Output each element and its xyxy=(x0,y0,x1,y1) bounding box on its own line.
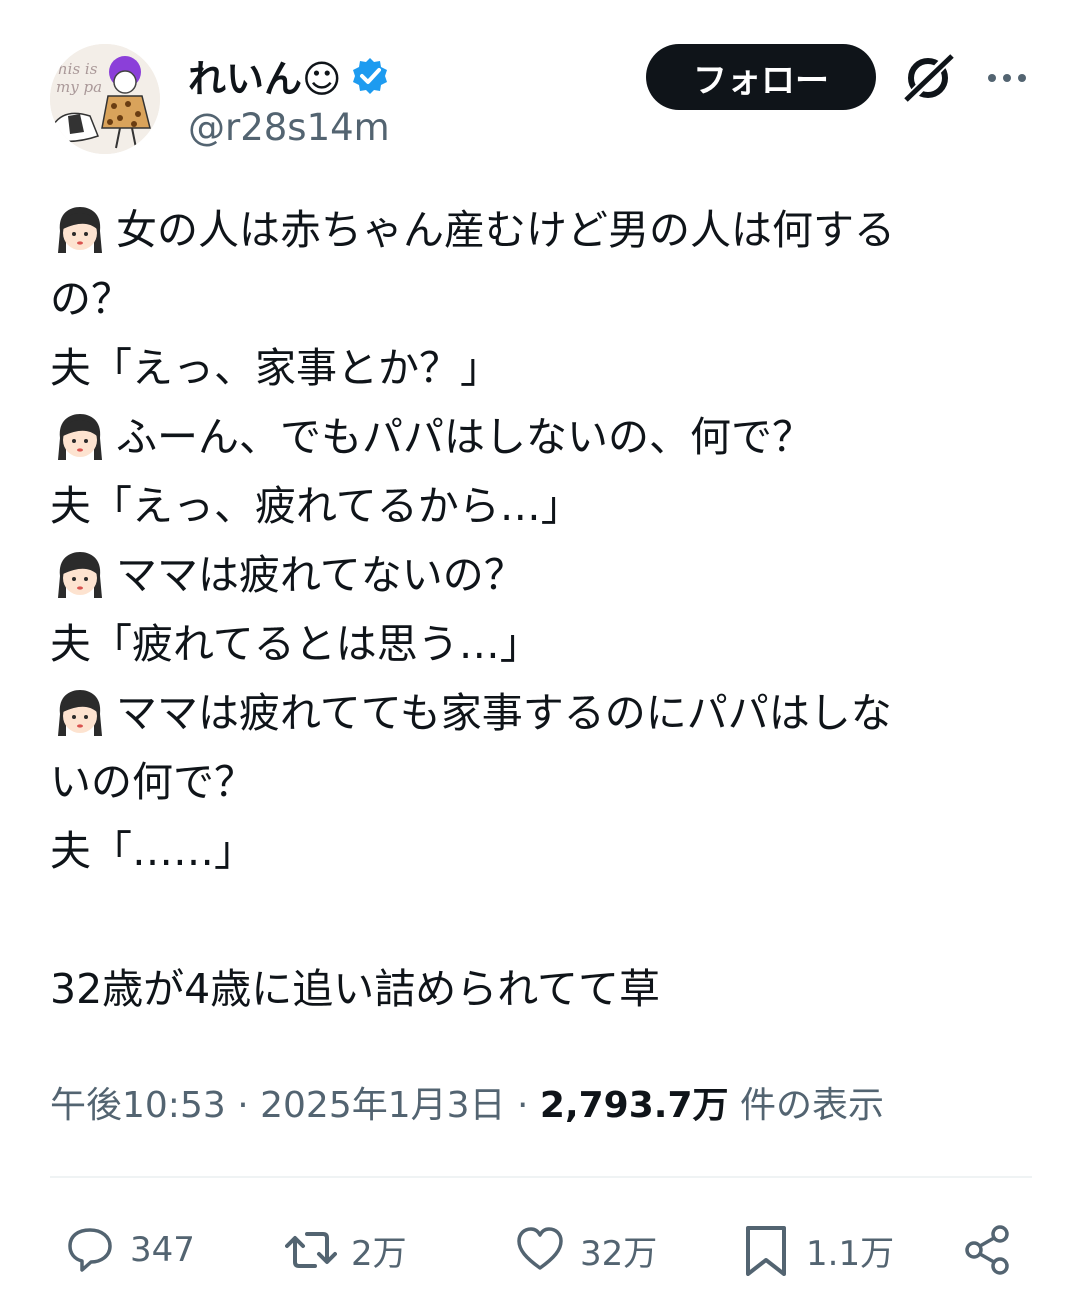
post-line-text: ふーん、でもパパはしないの、何で？ xyxy=(116,413,813,461)
bookmark-count: 1.1万 xyxy=(806,1233,895,1274)
repost-icon xyxy=(285,1232,337,1268)
meta-separator: · xyxy=(237,1085,249,1126)
post-line-text: 夫「疲れてるとは思う…」 xyxy=(50,620,541,668)
reply-count: 347 xyxy=(130,1230,195,1270)
repost-button[interactable]: 2万 xyxy=(285,1215,407,1285)
post-text: 女の人は赤ちゃん産むけど男の人は何するの？ 夫「えっ、家事とか？」ふーん、でもパパ… xyxy=(50,196,1040,1024)
post-line: の？ xyxy=(50,265,1040,334)
post-line-text: の？ xyxy=(50,275,132,323)
view-count: 2,793.7万 xyxy=(539,1085,729,1126)
action-bar: 347 2万 32万 1.1万 xyxy=(0,1215,1080,1285)
post-line: 夫「えっ、家事とか？」 xyxy=(50,334,1040,403)
follow-button[interactable]: フォロー xyxy=(646,44,876,110)
display-name-text: れいん☺ xyxy=(188,57,342,101)
post-line: 女の人は赤ちゃん産むけど男の人は何する xyxy=(50,196,1040,265)
grok-icon[interactable] xyxy=(900,50,956,106)
post-line-text: 夫「……」 xyxy=(50,827,255,875)
post-line: 夫「……」 xyxy=(50,817,1040,886)
post-line-text: 夫「えっ、家事とか？」 xyxy=(50,344,501,392)
post-line: ママは疲れてないの？ xyxy=(50,541,1040,610)
display-name[interactable]: れいん☺ xyxy=(188,48,390,103)
post-line-text: いの何で？ xyxy=(50,758,255,806)
more-icon[interactable] xyxy=(985,58,1029,98)
repost-count: 2万 xyxy=(351,1233,407,1274)
reply-icon xyxy=(68,1228,112,1272)
reply-button[interactable]: 347 xyxy=(64,1215,195,1285)
share-button[interactable] xyxy=(962,1215,1014,1285)
like-button[interactable]: 32万 xyxy=(514,1215,657,1285)
post-line: ママは疲れてても家事するのにパパはしな xyxy=(50,679,1040,748)
post-line: 32歳が4歳に追い詰められてて草 xyxy=(50,955,1040,1024)
meta-separator: · xyxy=(517,1085,529,1126)
post-meta: 午後10:53 · 2025年1月3日 · 2,793.7万 件の表示 xyxy=(50,1076,884,1128)
post-date[interactable]: 2025年1月3日 xyxy=(260,1085,505,1126)
post-line xyxy=(50,886,1040,955)
bookmark-button[interactable]: 1.1万 xyxy=(740,1215,894,1285)
post-line: 夫「えっ、疲れてるから…」 xyxy=(50,472,1040,541)
post-line-text: ママは疲れてても家事するのにパパはしな xyxy=(116,689,892,737)
post-line: いの何で？ xyxy=(50,748,1040,817)
svg-text:his is: his is xyxy=(58,60,98,78)
avatar[interactable]: his is my pa xyxy=(50,44,160,154)
avatar-illustration-icon: his is my pa xyxy=(50,44,160,154)
post-line-text: 32歳が4歳に追い詰められてて草 xyxy=(50,965,661,1013)
view-count-label: 件の表示 xyxy=(739,1085,884,1126)
girl-emoji-icon xyxy=(58,689,102,736)
post-line: 夫「疲れてるとは思う…」 xyxy=(50,610,1040,679)
share-icon xyxy=(965,1225,1009,1275)
bookmark-icon xyxy=(746,1226,786,1276)
girl-emoji-icon xyxy=(58,551,102,598)
handle[interactable]: @r28s14m xyxy=(188,106,390,149)
post-line-text: ママは疲れてないの？ xyxy=(116,551,525,599)
like-count: 32万 xyxy=(580,1233,658,1274)
divider xyxy=(50,1176,1032,1178)
verified-badge-icon xyxy=(352,57,387,94)
svg-text:my pa: my pa xyxy=(56,78,102,96)
girl-emoji-icon xyxy=(58,413,102,460)
heart-icon xyxy=(517,1227,563,1270)
post-line-text: 女の人は赤ちゃん産むけど男の人は何する xyxy=(116,206,895,254)
post-line-text: 夫「えっ、疲れてるから…」 xyxy=(50,482,582,530)
post-line: ふーん、でもパパはしないの、何で？ xyxy=(50,403,1040,472)
post-time[interactable]: 午後10:53 xyxy=(50,1085,226,1126)
girl-emoji-icon xyxy=(58,206,102,253)
